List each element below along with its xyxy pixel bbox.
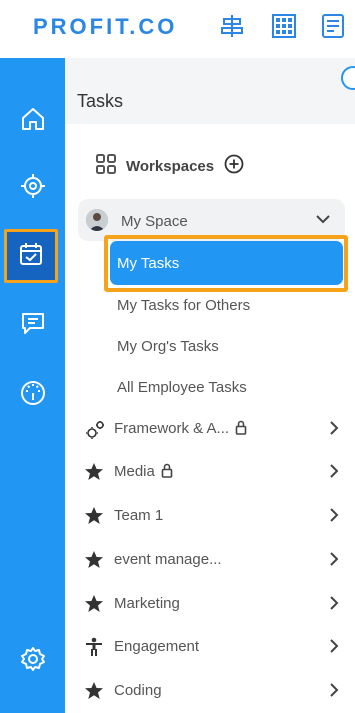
rail-home[interactable] bbox=[0, 96, 65, 146]
chevron-down-icon[interactable] bbox=[315, 211, 331, 232]
chevron-right-icon[interactable] bbox=[326, 682, 342, 703]
rail-settings[interactable] bbox=[0, 636, 65, 686]
star-icon bbox=[84, 681, 104, 701]
left-nav-rail bbox=[0, 58, 65, 713]
space-label: Team 1 bbox=[114, 507, 164, 524]
profit-co-logo[interactable]: PROFIT.CO bbox=[33, 14, 177, 40]
settings-gear-icon bbox=[19, 645, 47, 678]
chevron-right-icon[interactable] bbox=[326, 420, 342, 441]
space-label: Framework & A... bbox=[114, 420, 230, 437]
my-space-label: My Space bbox=[121, 213, 188, 230]
my-tasks-label: My Tasks bbox=[117, 255, 180, 272]
avatar bbox=[86, 209, 108, 231]
chat-icon bbox=[20, 310, 46, 341]
rail-dashboard[interactable] bbox=[0, 370, 65, 420]
chevron-right-icon[interactable] bbox=[326, 507, 342, 528]
space-label: event manage... bbox=[114, 551, 222, 568]
star-icon bbox=[84, 462, 104, 482]
grid-icon[interactable] bbox=[270, 12, 298, 40]
workspaces-label: Workspaces bbox=[126, 158, 215, 175]
person-icon bbox=[84, 637, 104, 657]
target-icon bbox=[19, 172, 47, 205]
chevron-right-icon[interactable] bbox=[326, 638, 342, 659]
space-row-team-1[interactable]: Team 1 bbox=[80, 501, 342, 531]
my-tasks-for-others-item[interactable]: My Tasks for Others bbox=[117, 297, 250, 314]
gauge-icon bbox=[19, 379, 47, 412]
space-row-engagement[interactable]: Engagement bbox=[80, 632, 342, 662]
star-icon bbox=[84, 506, 104, 526]
align-icon[interactable] bbox=[218, 12, 246, 40]
space-row-event[interactable]: event manage... bbox=[80, 545, 342, 575]
rail-tasks[interactable] bbox=[4, 229, 58, 283]
space-label: Coding bbox=[114, 682, 162, 699]
lock-icon bbox=[235, 420, 247, 439]
space-row-marketing[interactable]: Marketing bbox=[80, 589, 342, 619]
gears-icon bbox=[84, 419, 104, 439]
chevron-right-icon[interactable] bbox=[326, 595, 342, 616]
add-workspace-icon[interactable] bbox=[224, 154, 244, 179]
star-icon bbox=[84, 594, 104, 614]
space-row-media[interactable]: Media bbox=[80, 457, 342, 487]
rail-chat[interactable] bbox=[0, 300, 65, 350]
workspaces-header: Workspaces bbox=[95, 153, 244, 180]
workspaces-icon bbox=[95, 153, 117, 180]
space-row-coding[interactable]: Coding bbox=[80, 676, 342, 706]
star-icon bbox=[84, 550, 104, 570]
space-row-framework[interactable]: Framework & A... bbox=[80, 414, 342, 444]
top-bar: PROFIT.CO bbox=[0, 0, 355, 58]
report-icon[interactable] bbox=[319, 12, 347, 40]
space-label: Marketing bbox=[114, 595, 180, 612]
calendar-check-icon bbox=[18, 241, 44, 272]
space-label: Media bbox=[114, 463, 155, 480]
chevron-right-icon[interactable] bbox=[326, 551, 342, 572]
my-tasks-item[interactable]: My Tasks bbox=[110, 241, 343, 285]
page-title: Tasks bbox=[77, 91, 124, 111]
chevron-right-icon[interactable] bbox=[326, 463, 342, 484]
space-label: Engagement bbox=[114, 638, 200, 655]
rail-objectives[interactable] bbox=[0, 163, 65, 213]
my-orgs-tasks-item[interactable]: My Org's Tasks bbox=[117, 338, 219, 355]
home-icon bbox=[20, 106, 46, 137]
all-employee-tasks-item[interactable]: All Employee Tasks bbox=[117, 379, 247, 396]
lock-icon bbox=[161, 463, 173, 482]
